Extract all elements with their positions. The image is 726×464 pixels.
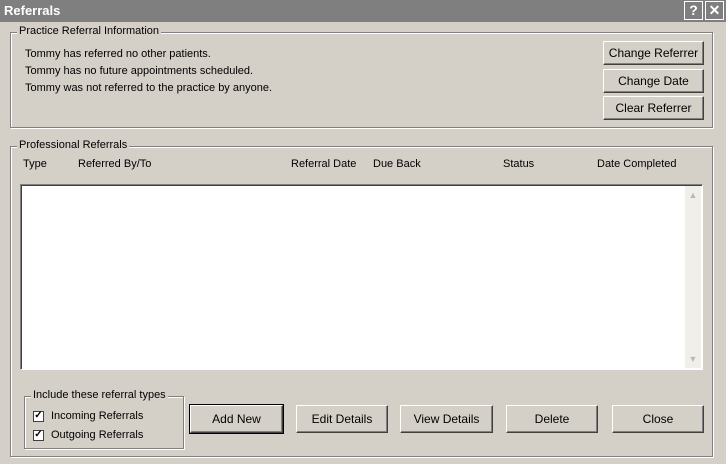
column-header-due-back[interactable]: Due Back (373, 158, 421, 170)
info-line-referred-by: Tommy was not referred to the practice b… (25, 82, 273, 94)
change-referrer-button[interactable]: Change Referrer (603, 41, 704, 65)
incoming-referrals-checkbox[interactable]: ✓ (33, 410, 44, 422)
practice-referral-legend: Practice Referral Information (17, 25, 161, 37)
info-line-future-appointments: Tommy has no future appointments schedul… (25, 65, 254, 77)
outgoing-referrals-checkbox-row[interactable]: ✓ Outgoing Referrals (33, 429, 143, 441)
window-title: Referrals (4, 3, 61, 18)
column-header-type[interactable]: Type (23, 158, 47, 170)
referrals-list[interactable]: ▲ ▼ (20, 184, 703, 370)
include-types-group: Include these referral types ✓ Incoming … (24, 389, 184, 449)
incoming-referrals-checkbox-row[interactable]: ✓ Incoming Referrals (33, 410, 143, 422)
clear-referrer-button[interactable]: Clear Referrer (603, 96, 704, 120)
scroll-down-icon[interactable]: ▼ (686, 352, 700, 366)
view-details-button[interactable]: View Details (400, 405, 493, 433)
professional-referrals-legend: Professional Referrals (17, 139, 130, 151)
add-new-button[interactable]: Add New (189, 404, 284, 434)
include-types-legend: Include these referral types (31, 389, 168, 401)
column-header-referred-by-to[interactable]: Referred By/To (78, 158, 151, 170)
title-bar: Referrals ? ✕ (0, 0, 726, 22)
column-header-status[interactable]: Status (503, 158, 534, 170)
scroll-up-icon[interactable]: ▲ (686, 188, 700, 202)
vertical-scrollbar[interactable]: ▲ ▼ (685, 186, 701, 368)
close-button[interactable]: Close (612, 405, 704, 433)
change-date-button[interactable]: Change Date (603, 69, 704, 93)
outgoing-referrals-checkbox[interactable]: ✓ (33, 429, 44, 441)
column-header-referral-date[interactable]: Referral Date (291, 158, 356, 170)
incoming-referrals-label: Incoming Referrals (51, 410, 144, 422)
column-header-date-completed[interactable]: Date Completed (597, 158, 677, 170)
help-icon[interactable]: ? (684, 1, 703, 20)
outgoing-referrals-label: Outgoing Referrals (51, 429, 144, 441)
edit-details-button[interactable]: Edit Details (296, 405, 388, 433)
close-icon[interactable]: ✕ (705, 1, 724, 20)
info-line-referred-patients: Tommy has referred no other patients. (25, 48, 211, 60)
delete-button[interactable]: Delete (506, 405, 598, 433)
